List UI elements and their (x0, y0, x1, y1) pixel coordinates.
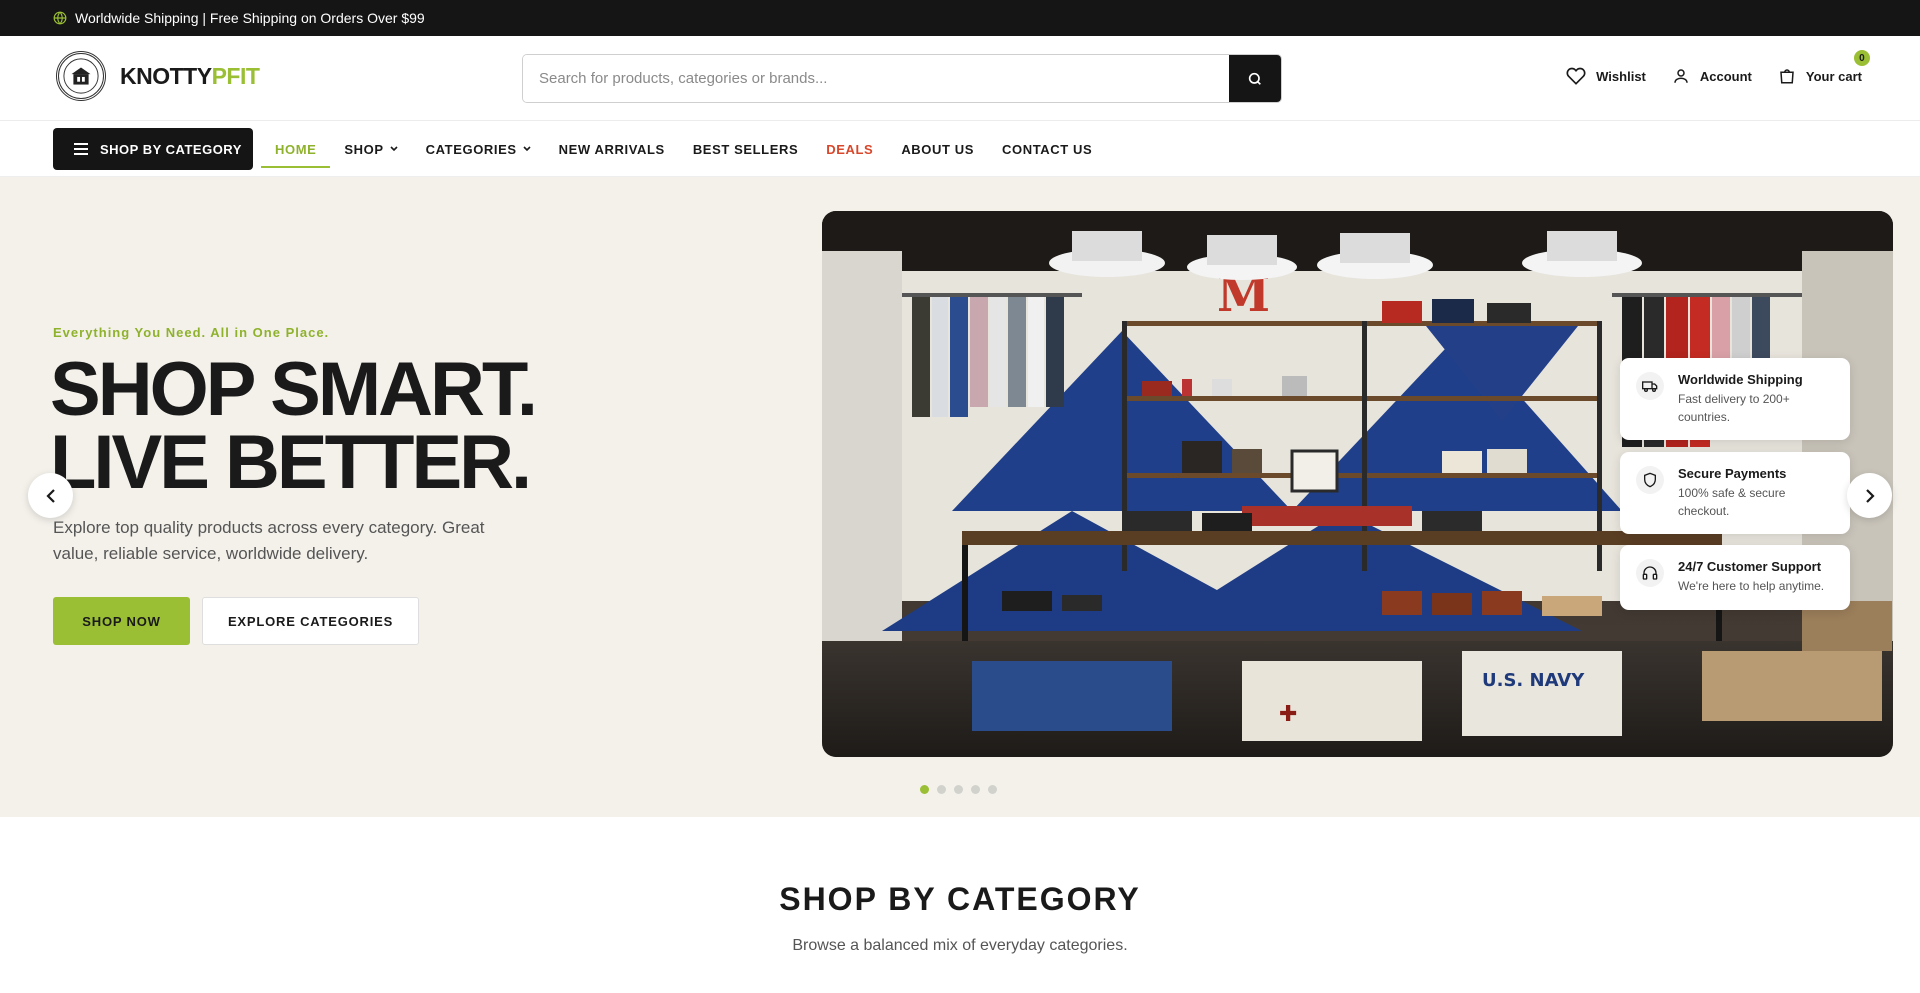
feature-desc: 100% safe & secure checkout. (1678, 486, 1786, 518)
chevron-down-icon (523, 146, 531, 152)
nav-links: HOME SHOP CATEGORIES NEW ARRIVALS BEST S… (261, 121, 1106, 177)
main-nav: SHOP BY CATEGORY HOME SHOP CATEGORIES NE… (0, 121, 1920, 177)
feature-title: Worldwide Shipping (1678, 372, 1803, 387)
logo[interactable]: KNOTTYPFIT (56, 51, 260, 101)
slider-prev-button[interactable] (28, 473, 73, 518)
nav-deals-label: DEALS (826, 141, 874, 157)
slider-next-button[interactable] (1847, 473, 1892, 518)
nav-new-arrivals-label: NEW ARRIVALS (558, 141, 665, 157)
hero-slider: Everything You Need. All in One Place. S… (0, 177, 1920, 817)
truck-icon (1636, 372, 1664, 400)
nav-home-label: HOME (275, 141, 317, 157)
search-input[interactable] (523, 55, 1229, 102)
slider-dot[interactable] (988, 785, 997, 794)
feature-desc: We're here to help anytime. (1678, 579, 1825, 593)
svg-text:U.S. NAVY: U.S. NAVY (1482, 670, 1585, 691)
search-icon (1248, 72, 1261, 85)
nav-contact-us-label: CONTACT US (1002, 141, 1093, 157)
hero-headline-line1: SHOP SMART. (50, 347, 538, 432)
chevron-down-icon (390, 146, 398, 152)
account-link[interactable]: Account (1672, 67, 1752, 85)
heart-icon (1566, 67, 1586, 85)
search-bar (522, 54, 1282, 103)
feature-title: 24/7 Customer Support (1678, 559, 1822, 574)
logo-text-accent: PFIT (211, 62, 260, 89)
slider-dot[interactable] (971, 785, 980, 794)
hero-headline-line2: LIVE BETTER. (50, 420, 532, 505)
nav-new-arrivals[interactable]: NEW ARRIVALS (545, 121, 679, 177)
hero-eyebrow: Everything You Need. All in One Place. (53, 325, 330, 340)
nav-contact-us[interactable]: CONTACT US (988, 121, 1106, 177)
logo-emblem-icon (56, 51, 106, 101)
menu-icon (74, 143, 88, 155)
chevron-right-icon (1865, 488, 1875, 503)
site-header: KNOTTYPFIT Wishlist Account Your cart 0 (0, 36, 1920, 121)
hero-headline: SHOP SMART. LIVE BETTER. (50, 347, 538, 505)
headset-icon (1636, 559, 1664, 587)
nav-deals[interactable]: DEALS (812, 121, 887, 177)
shop-by-category-label: SHOP BY CATEGORY (100, 141, 242, 157)
header-actions: Wishlist Account Your cart 0 (1540, 50, 1870, 86)
shopping-bag-icon (1780, 69, 1794, 84)
wishlist-link[interactable]: Wishlist (1566, 66, 1646, 86)
nav-shop-label: SHOP (344, 141, 384, 157)
slider-dot[interactable] (937, 785, 946, 794)
chevron-left-icon (45, 488, 55, 503)
announcement-text: Worldwide Shipping | Free Shipping on Or… (75, 10, 425, 26)
nav-home[interactable]: HOME (261, 121, 331, 177)
search-button[interactable] (1229, 55, 1281, 102)
slider-dot[interactable] (954, 785, 963, 794)
shop-now-button[interactable]: SHOP NOW (53, 597, 190, 645)
logo-text: KNOTTYPFIT (120, 62, 260, 90)
nav-best-sellers[interactable]: BEST SELLERS (679, 121, 812, 177)
feature-card-support: 24/7 Customer Support We're here to help… (1620, 545, 1850, 610)
nav-best-sellers-label: BEST SELLERS (692, 141, 799, 157)
shield-icon (1636, 466, 1664, 494)
nav-shop[interactable]: SHOP (330, 121, 411, 177)
nav-categories[interactable]: CATEGORIES (412, 121, 545, 177)
section-subtitle: Browse a balanced mix of everyday catego… (792, 937, 1128, 954)
feature-desc: Fast delivery to 200+ countries. (1678, 392, 1790, 424)
user-icon (1674, 69, 1688, 83)
account-label: Account (1699, 68, 1752, 84)
logo-text-primary: KNOTTY (120, 62, 212, 89)
feature-card-payments: Secure Payments 100% safe & secure check… (1620, 452, 1850, 534)
cart-link[interactable]: Your cart 0 (1778, 50, 1870, 85)
hero-subtext: Explore top quality products across ever… (53, 518, 485, 563)
nav-about-us-label: ABOUT US (901, 141, 975, 157)
globe-icon (53, 11, 67, 25)
feature-card-shipping: Worldwide Shipping Fast delivery to 200+… (1620, 358, 1850, 440)
nav-categories-label: CATEGORIES (425, 141, 517, 157)
svg-text:✚: ✚ (1279, 702, 1297, 727)
shop-by-category-button[interactable]: SHOP BY CATEGORY (53, 128, 253, 170)
announcement-bar: Worldwide Shipping | Free Shipping on Or… (0, 0, 1920, 36)
slider-dots (920, 785, 1005, 794)
nav-about-us[interactable]: ABOUT US (887, 121, 988, 177)
feature-title: Secure Payments (1678, 466, 1787, 481)
section-title: SHOP BY CATEGORY (779, 881, 1141, 917)
cart-count-badge: 0 (1853, 50, 1870, 66)
cart-label: Your cart (1805, 68, 1862, 84)
wishlist-label: Wishlist (1596, 68, 1646, 84)
slider-dot[interactable] (920, 785, 929, 794)
explore-categories-button[interactable]: EXPLORE CATEGORIES (202, 597, 419, 645)
